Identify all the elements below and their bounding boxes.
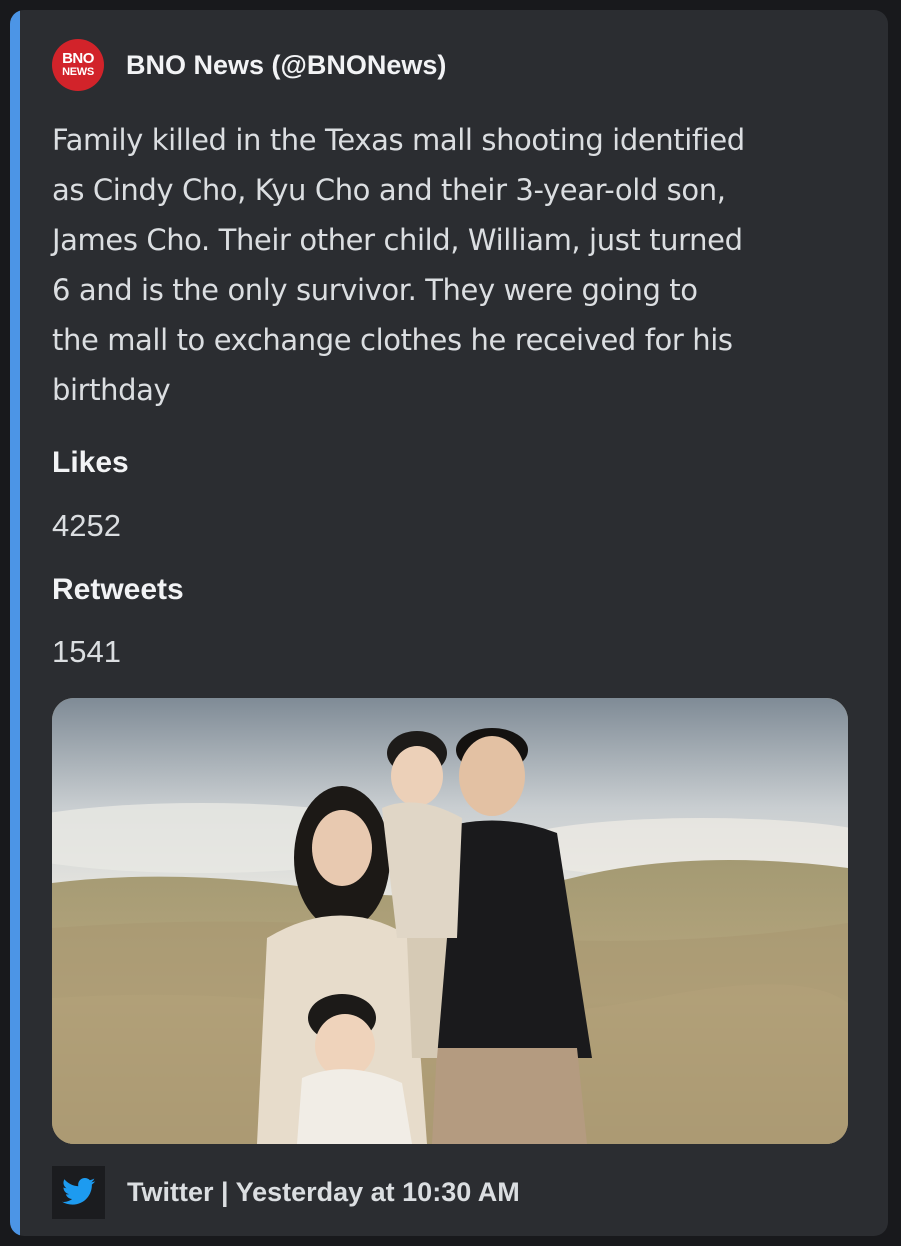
tweet-text-line: James Cho. Their other child, William, j…	[52, 223, 743, 257]
likes-value: 4252	[52, 508, 121, 543]
family-photo-illustration	[52, 698, 848, 1144]
author-avatar-icon[interactable]: BNO NEWS	[52, 39, 104, 91]
twitter-bird-icon	[52, 1165, 105, 1219]
retweets-label: Retweets	[52, 573, 184, 606]
avatar-text-top: BNO	[62, 50, 94, 67]
embed-photo-image[interactable]	[52, 698, 848, 1144]
author-name[interactable]: BNO News (@BNONews)	[126, 50, 446, 81]
embed-accent-bar	[10, 10, 20, 1236]
avatar-text-bottom: NEWS	[62, 66, 94, 78]
retweets-value: 1541	[52, 634, 121, 669]
tweet-text-line: 6 and is the only survivor. They were go…	[52, 273, 698, 307]
tweet-text-line: birthday	[52, 373, 171, 407]
tweet-text-line: Family killed in the Texas mall shooting…	[52, 123, 745, 157]
tweet-text: Family killed in the Texas mall shooting…	[52, 115, 852, 415]
tweet-text-line: the mall to exchange clothes he received…	[52, 323, 733, 357]
embed-footer: Twitter | Yesterday at 10:30 AM	[52, 1165, 520, 1219]
likes-label: Likes	[52, 446, 129, 479]
footer-text: Twitter | Yesterday at 10:30 AM	[127, 1176, 520, 1207]
tweet-text-line: as Cindy Cho, Kyu Cho and their 3-year-o…	[52, 173, 726, 207]
embed-author[interactable]: BNO NEWS BNO News (@BNONews)	[52, 36, 446, 94]
tweet-embed: BNO NEWS BNO News (@BNONews) Family kill…	[10, 10, 888, 1236]
